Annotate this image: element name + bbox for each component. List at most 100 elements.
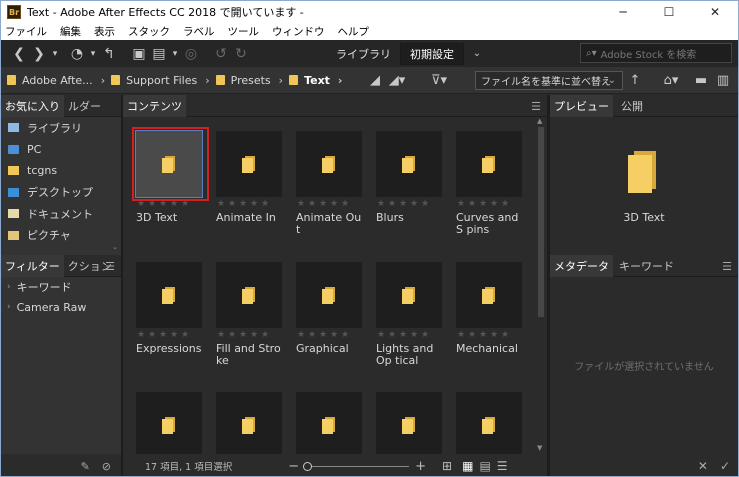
menu-tools[interactable]: ツール	[228, 24, 260, 39]
rating-stars[interactable]: ★ ★ ★ ★ ★	[456, 330, 524, 342]
grid-item-graphical[interactable]: ★ ★ ★ ★ ★ Graphical	[296, 262, 364, 355]
menu-window[interactable]: ウィンドウ	[272, 24, 325, 39]
recent-dropdown-icon[interactable]: ▾	[87, 43, 99, 65]
folder-thumbnail[interactable]	[136, 262, 202, 328]
workspace-library[interactable]: ライブラリ	[327, 43, 400, 65]
rating-stars[interactable]: ★ ★ ★ ★ ★	[216, 330, 284, 342]
favorite-item-library[interactable]: ライブラリ	[1, 117, 121, 139]
scrollbar-thumb[interactable]	[538, 127, 544, 317]
folder-thumbnail[interactable]	[216, 262, 282, 328]
folder-thumbnail[interactable]	[296, 392, 362, 454]
detail-view-icon[interactable]: ▤	[479, 459, 490, 473]
open-recent-icon[interactable]: ⌂▾	[661, 71, 681, 90]
breadcrumb-separator-icon[interactable]: ›	[338, 74, 343, 87]
folder-thumbnail[interactable]	[376, 131, 442, 197]
grid-item[interactable]	[456, 392, 524, 454]
clear-filter-icon[interactable]: ⊘	[102, 460, 111, 473]
grid-item-lights-and-optical[interactable]: ★ ★ ★ ★ ★ Lights and Op tical	[376, 262, 444, 367]
folder-thumbnail[interactable]	[216, 131, 282, 197]
zoom-in-icon[interactable]: +	[415, 459, 426, 474]
tab-preview[interactable]: プレビュー	[550, 94, 613, 117]
grid-item[interactable]	[296, 392, 364, 454]
sort-dropdown[interactable]: ファイル名を基準に並べ替え ⌄	[475, 71, 623, 90]
breadcrumb-item[interactable]: Adobe Afte... ›	[7, 74, 105, 87]
filter-items-icon[interactable]: ⊽▾	[429, 71, 449, 90]
folder-thumbnail[interactable]	[456, 392, 522, 454]
grid-item-mechanical[interactable]: ★ ★ ★ ★ ★ Mechanical	[456, 262, 524, 355]
workspace-menu-chevron-icon[interactable]: ⌄	[467, 43, 487, 65]
grid-item-3d-text[interactable]: ★ ★ ★ ★ ★ 3D Text	[132, 127, 209, 224]
favorite-item-pc[interactable]: PC	[1, 139, 121, 161]
rating-stars[interactable]: ★ ★ ★ ★ ★	[136, 330, 204, 342]
grid-item-expressions[interactable]: ★ ★ ★ ★ ★ Expressions	[136, 262, 204, 355]
tab-folders[interactable]: ルダー	[64, 95, 105, 117]
filter-row-camera-raw[interactable]: › Camera Raw	[1, 297, 121, 317]
recent-icon[interactable]: ◔	[67, 43, 87, 65]
menu-help[interactable]: ヘルプ	[338, 24, 370, 39]
panel-menu-icon[interactable]: ☰	[531, 100, 541, 113]
pin-icon[interactable]: ✎	[81, 460, 90, 473]
workspace-default[interactable]: 初期設定	[400, 42, 464, 65]
panel-menu-icon[interactable]: ☰	[722, 260, 732, 273]
panel-divider[interactable]	[547, 95, 550, 476]
rating-stars[interactable]: ★ ★ ★ ★ ★	[296, 330, 364, 342]
scroll-up-icon[interactable]: ▲	[537, 117, 542, 125]
zoom-out-icon[interactable]: −	[288, 459, 299, 474]
content-scrollbar[interactable]: ▲ ▼	[536, 117, 546, 454]
open-in-camera-raw-icon[interactable]: ◎	[181, 43, 201, 65]
grid-item-curves-and-spins[interactable]: ★ ★ ★ ★ ★ Curves and S pins	[456, 131, 524, 236]
menu-edit[interactable]: 編集	[60, 24, 81, 39]
favorite-item-user[interactable]: tcgns	[1, 160, 121, 182]
thumbnail-view-icon[interactable]: ▦	[462, 459, 473, 473]
camera-icon[interactable]: ▣	[129, 43, 149, 65]
tab-content[interactable]: コンテンツ	[123, 94, 186, 117]
rating-stars[interactable]: ★ ★ ★ ★ ★	[296, 199, 364, 211]
grid-item[interactable]	[136, 392, 204, 454]
rating-stars[interactable]: ★ ★ ★ ★ ★	[216, 199, 284, 211]
tab-metadata[interactable]: メタデータ	[550, 254, 613, 277]
new-folder-icon[interactable]: ▬	[691, 71, 711, 90]
menu-file[interactable]: ファイル	[5, 24, 47, 39]
thumbnail-size-slider[interactable]	[303, 461, 410, 471]
refine-icon[interactable]: ▤	[149, 43, 169, 65]
refine-dropdown-icon[interactable]: ▾	[169, 43, 181, 65]
grid-item[interactable]	[216, 392, 284, 454]
folder-thumbnail[interactable]	[136, 392, 202, 454]
tab-publish[interactable]: 公開	[617, 95, 647, 117]
forward-icon[interactable]: ❯	[29, 43, 49, 65]
folder-thumbnail[interactable]	[296, 131, 362, 197]
rotate-right-icon[interactable]: ↻	[231, 43, 251, 65]
minimize-button[interactable]: ─	[600, 1, 646, 23]
tab-keywords[interactable]: キーワード	[615, 255, 678, 277]
grid-item[interactable]	[376, 392, 444, 454]
menu-stack[interactable]: スタック	[128, 24, 170, 39]
tab-filter[interactable]: フィルター	[1, 254, 64, 277]
folder-thumbnail[interactable]	[376, 262, 442, 328]
rating-stars[interactable]: ★ ★ ★ ★ ★	[376, 330, 444, 342]
folder-thumbnail[interactable]	[216, 392, 282, 454]
grid-lock-icon[interactable]: ⊞	[442, 459, 452, 473]
folder-thumbnail[interactable]	[456, 262, 522, 328]
folder-thumbnail[interactable]	[296, 262, 362, 328]
menu-label[interactable]: ラベル	[183, 24, 215, 39]
list-view-icon[interactable]: ☰	[497, 459, 508, 473]
breadcrumb-item[interactable]: Support Files ›	[111, 74, 210, 87]
grid-item-animate-in[interactable]: ★ ★ ★ ★ ★ Animate In	[216, 131, 284, 224]
folder-thumbnail[interactable]	[135, 130, 203, 198]
filter-row-keywords[interactable]: › キーワード	[1, 277, 121, 297]
trash-icon[interactable]: ▥	[713, 71, 733, 90]
favorite-item-pictures[interactable]: ピクチャ	[1, 225, 121, 247]
tab-favorites[interactable]: お気に入り	[1, 94, 64, 117]
favorite-item-desktop[interactable]: デスクトップ	[1, 182, 121, 204]
maximize-button[interactable]: ☐	[646, 1, 692, 23]
panel-menu-icon[interactable]: ☰	[105, 260, 115, 273]
grid-item-blurs[interactable]: ★ ★ ★ ★ ★ Blurs	[376, 131, 444, 224]
rating-stars[interactable]: ★ ★ ★ ★ ★	[376, 199, 444, 211]
stock-search-input[interactable]: ⌕▾ Adobe Stock を検索	[580, 43, 732, 63]
breadcrumb-item[interactable]: Presets ›	[215, 74, 283, 87]
folder-thumbnail[interactable]	[456, 131, 522, 197]
grid-item-animate-out[interactable]: ★ ★ ★ ★ ★ Animate Out	[296, 131, 364, 236]
grid-item-fill-and-stroke[interactable]: ★ ★ ★ ★ ★ Fill and Stroke	[216, 262, 284, 367]
sort-ascending-icon[interactable]: ↑	[625, 71, 645, 90]
panel-divider[interactable]	[121, 95, 123, 476]
